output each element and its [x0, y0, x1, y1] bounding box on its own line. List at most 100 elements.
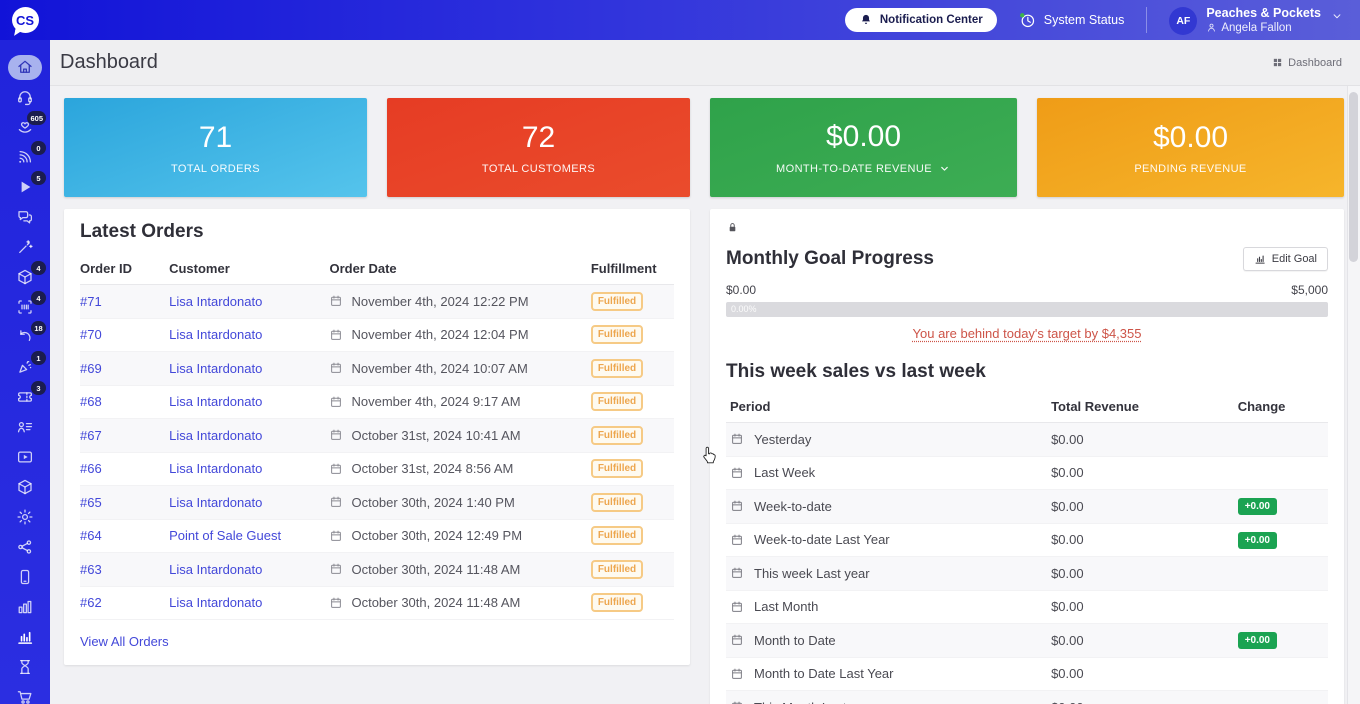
chart-icon [1254, 253, 1266, 265]
period-label: Month to Date [754, 632, 836, 648]
col-order-id: Order ID [80, 261, 133, 276]
view-all-orders-link[interactable]: View All Orders [80, 634, 169, 649]
order-id-link[interactable]: #65 [80, 495, 102, 510]
sidebar-item[interactable] [0, 232, 50, 262]
period-label: Last Week [754, 465, 816, 481]
order-row: #69 Lisa Intardonato November 4th, 2024 … [80, 352, 674, 386]
user-name: Angela Fallon [1221, 21, 1292, 34]
sidebar-item[interactable] [0, 502, 50, 532]
sidebar-item[interactable]: 5 [0, 171, 50, 202]
pending-revenue-card[interactable]: $0.00 PENDING REVENUE [1037, 98, 1344, 197]
goal-title: Monthly Goal Progress [726, 248, 934, 269]
customer-link[interactable]: Lisa Intardonato [169, 428, 262, 443]
month-to-date-revenue-card[interactable]: $0.00 MONTH-TO-DATE REVENUE [710, 98, 1017, 197]
customer-link[interactable]: Lisa Intardonato [169, 562, 262, 577]
sidebar-item[interactable] [0, 412, 50, 442]
period-label: This Month Last year [754, 700, 875, 704]
customer-link[interactable]: Lisa Intardonato [169, 361, 262, 376]
order-id-link[interactable]: #70 [80, 327, 102, 342]
lock-icon [726, 221, 739, 234]
sidebar-item[interactable] [0, 202, 50, 232]
calendar-icon [730, 566, 744, 580]
sidebar-item[interactable] [0, 592, 50, 622]
calendar-icon [329, 395, 343, 409]
bar-chart-icon [16, 598, 34, 616]
breadcrumb-label: Dashboard [1288, 56, 1342, 69]
sidebar-item[interactable] [0, 472, 50, 502]
sidebar-item[interactable] [0, 442, 50, 472]
sidebar-item[interactable] [0, 82, 50, 112]
sidebar-item[interactable]: 18 [0, 321, 50, 352]
order-id-link[interactable]: #62 [80, 595, 102, 610]
customer-link[interactable]: Lisa Intardonato [169, 595, 262, 610]
sidebar-item[interactable]: 4 [0, 261, 50, 292]
edit-goal-label: Edit Goal [1271, 253, 1317, 265]
calendar-icon [730, 700, 744, 704]
inventory-box-icon [16, 478, 34, 496]
sales-row: Yesterday $0.00 [726, 423, 1328, 457]
customer-link[interactable]: Lisa Intardonato [169, 394, 262, 409]
stat-value: $0.00 [1152, 120, 1229, 154]
col-customer: Customer [169, 261, 230, 276]
sidebar-item[interactable] [0, 562, 50, 592]
avatar: AF [1169, 6, 1198, 35]
customer-link[interactable]: Point of Sale Guest [169, 528, 281, 543]
sidebar-item[interactable] [0, 622, 50, 652]
order-id-link[interactable]: #67 [80, 428, 102, 443]
sales-row: Week-to-date Last Year $0.00 +0.00 [726, 524, 1328, 557]
cart-icon [16, 688, 34, 704]
sidebar-item[interactable]: 0 [0, 141, 50, 172]
chevron-down-icon[interactable] [938, 162, 951, 175]
breadcrumb[interactable]: Dashboard [1272, 57, 1342, 69]
edit-goal-button[interactable]: Edit Goal [1242, 247, 1328, 271]
order-date: October 30th, 2024 1:40 PM [351, 494, 515, 510]
order-id-link[interactable]: #64 [80, 528, 102, 543]
account-menu[interactable]: AF Peaches & Pockets Angela Fallon [1169, 6, 1344, 35]
order-id-link[interactable]: #66 [80, 461, 102, 476]
sidebar-item[interactable]: 3 [0, 381, 50, 412]
col-fulfillment: Fulfillment [590, 261, 657, 276]
sales-row: This Month Last year $0.00 [726, 691, 1328, 704]
customer-link[interactable]: Lisa Intardonato [169, 327, 262, 342]
revenue-value: $0.00 [1051, 666, 1084, 682]
sidebar-item[interactable] [0, 532, 50, 562]
order-id-link[interactable]: #63 [80, 562, 102, 577]
period-label: Last Month [754, 599, 819, 615]
system-status-label: System Status [1043, 13, 1125, 27]
order-row: #65 Lisa Intardonato October 30th, 2024 … [80, 486, 674, 520]
sidebar-badge: 4 [31, 291, 46, 305]
scrollbar-thumb[interactable] [1349, 92, 1358, 262]
fulfillment-badge: Fulfilled [590, 392, 644, 412]
notification-center-button[interactable]: Notification Center [844, 8, 997, 32]
revenue-value: $0.00 [1051, 498, 1084, 514]
total-customers-card[interactable]: 72 TOTAL CUSTOMERS [387, 98, 690, 197]
calendar-icon [730, 633, 744, 647]
order-date: November 4th, 2024 10:07 AM [351, 360, 528, 376]
sidebar-item[interactable] [0, 52, 50, 82]
sidebar-item[interactable]: 4 [0, 291, 50, 322]
system-status-button[interactable]: System Status [1019, 12, 1125, 29]
col-period: Period [730, 399, 771, 414]
orders-table-header: Order ID Customer Order Date Fulfillment [80, 253, 674, 285]
sidebar-item[interactable] [0, 652, 50, 682]
total-orders-card[interactable]: 71 TOTAL ORDERS [64, 98, 367, 197]
customer-link[interactable]: Lisa Intardonato [169, 294, 262, 309]
chevron-down-icon[interactable] [1330, 9, 1344, 23]
order-id-link[interactable]: #68 [80, 394, 102, 409]
order-date: October 30th, 2024 12:49 PM [351, 528, 523, 544]
customer-link[interactable]: Lisa Intardonato [169, 495, 262, 510]
sidebar-item[interactable]: 1 [0, 351, 50, 382]
stat-value: $0.00 [825, 120, 902, 153]
sidebar-item[interactable]: 605 [0, 111, 50, 142]
customer-link[interactable]: Lisa Intardonato [169, 461, 262, 476]
revenue-value: $0.00 [1051, 465, 1084, 481]
scrollbar-track[interactable] [1347, 86, 1360, 704]
col-change: Change [1237, 399, 1286, 414]
order-id-link[interactable]: #69 [80, 361, 102, 376]
sidebar-item[interactable] [0, 682, 50, 704]
order-id-link[interactable]: #71 [80, 294, 102, 309]
calendar-icon [329, 562, 343, 576]
bell-icon [859, 13, 873, 27]
calendar-icon [730, 499, 744, 513]
app-logo[interactable]: CS [11, 7, 39, 33]
